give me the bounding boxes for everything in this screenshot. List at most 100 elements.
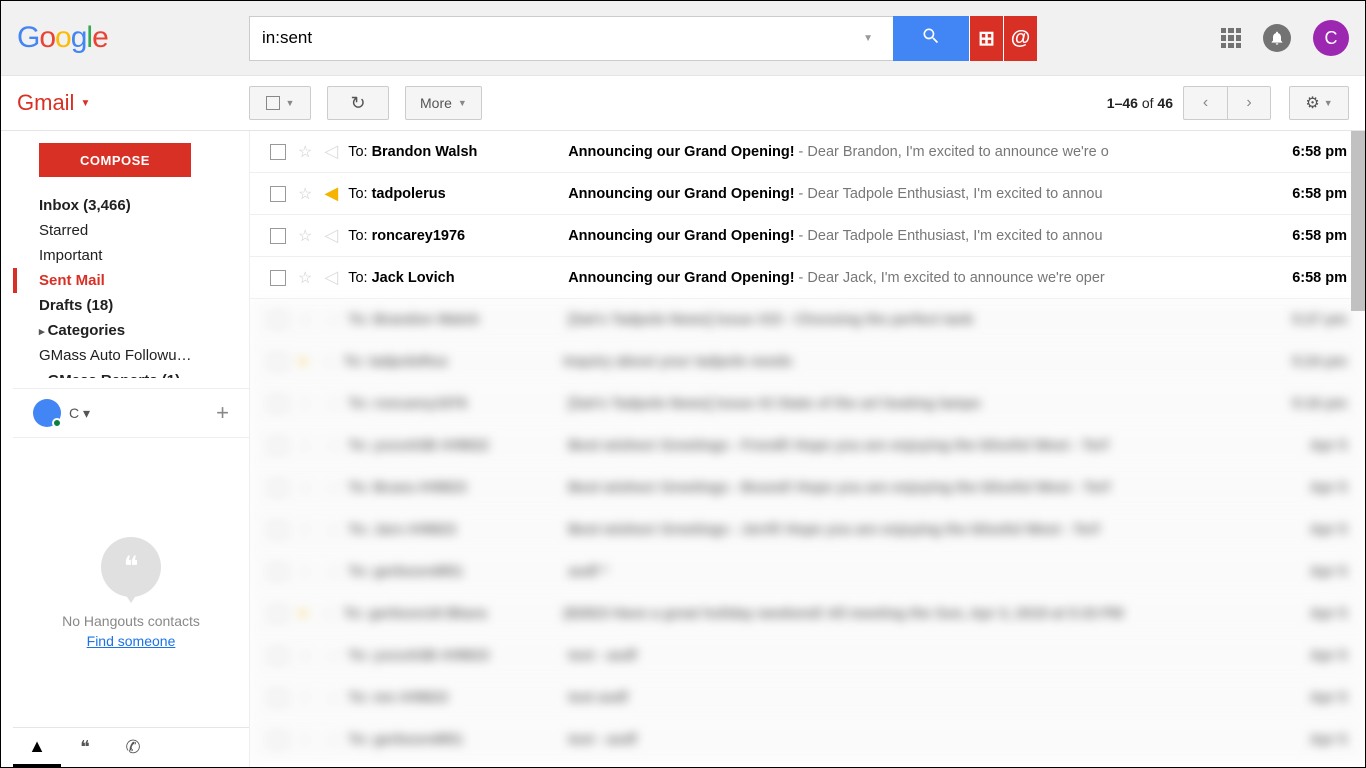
email-row[interactable]: ☆ ◁ To: roncarey1976 Announcing our Gran… (250, 215, 1365, 257)
row-checkbox[interactable] (270, 186, 286, 202)
row-recipient: To: Brandon Walsh (348, 144, 568, 160)
sidebar-item-6[interactable]: GMass Auto Followu… (13, 343, 249, 368)
hangouts-bubble-icon: ❝ (80, 737, 90, 758)
row-checkbox[interactable] (270, 228, 286, 244)
label-icon[interactable]: ◁ (324, 225, 338, 246)
action-toolbar: ▼ ↻ More ▼ (249, 86, 482, 120)
page-info: 1–46 of 46 (1107, 95, 1173, 111)
toolbar: Gmail ▼ ▼ ↻ More ▼ 1–46 of 46 ‹ › ⚙ ▼ (1, 76, 1365, 131)
phone-icon: ✆ (125, 737, 140, 758)
row-recipient: To: roncarey1976 (348, 228, 568, 244)
star-icon[interactable]: ☆ (298, 184, 312, 204)
gmass-sheet-button[interactable]: ⊞ (969, 16, 1003, 61)
add-contact-icon[interactable]: + (216, 400, 229, 426)
email-row-blurred: ☆ ◁ To: Bcara ##8823 Best wishes! Greeti… (250, 467, 1365, 509)
user-name: C ▾ (69, 405, 90, 422)
settings-button[interactable]: ⚙ ▼ (1289, 86, 1349, 120)
gmail-dropdown[interactable]: Gmail ▼ (17, 90, 249, 116)
scrollbar-thumb[interactable] (1351, 131, 1365, 311)
search-options-dropdown-icon[interactable]: ▼ (855, 33, 881, 44)
row-checkbox[interactable] (270, 270, 286, 286)
email-row[interactable]: ☆ ◁ To: Jack Lovich Announcing our Grand… (250, 257, 1365, 299)
hangouts-tab[interactable]: ❝ (61, 728, 109, 767)
star-icon[interactable]: ☆ (298, 142, 312, 162)
select-all-button[interactable]: ▼ (249, 86, 311, 120)
caret-down-icon: ▼ (286, 98, 295, 108)
next-page-button[interactable]: › (1227, 86, 1271, 120)
caret-down-icon: ▼ (458, 98, 467, 108)
row-recipient: To: tadpolerus (348, 186, 568, 202)
user-avatar-icon (33, 399, 61, 427)
row-subject: Announcing our Grand Opening! - Dear Jac… (568, 270, 1267, 286)
refresh-icon: ↻ (350, 93, 365, 114)
hangouts-empty-text: No Hangouts contacts (62, 613, 200, 629)
star-icon[interactable]: ☆ (298, 226, 312, 246)
row-subject: Announcing our Grand Opening! - Dear Tad… (568, 186, 1267, 202)
find-someone-link[interactable]: Find someone (87, 633, 176, 649)
sidebar-item-7[interactable]: GMass Reports (1) (13, 368, 249, 378)
gmail-label-text: Gmail (17, 90, 74, 116)
header: Google ▼ ⊞ @ C (1, 1, 1365, 76)
email-row[interactable]: ☆ ◀ To: tadpolerus Announcing our Grand … (250, 173, 1365, 215)
more-button[interactable]: More ▼ (405, 86, 482, 120)
notifications-icon[interactable] (1263, 24, 1291, 52)
account-avatar[interactable]: C (1313, 20, 1349, 56)
gmass-followup-button[interactable]: @ (1003, 16, 1037, 61)
search-button[interactable] (893, 16, 969, 61)
email-row-blurred: ☆ ◁ To: Jars ##8823 Best wishes! Greetin… (250, 509, 1365, 551)
email-row-blurred: ☆ ◁ To: yxxxASB ##8822 Best wishes! Gree… (250, 425, 1365, 467)
search-icon (921, 26, 941, 51)
caret-down-icon: ▼ (80, 98, 90, 109)
row-time: 6:58 pm (1267, 144, 1357, 160)
row-subject: Announcing our Grand Opening! - Dear Bra… (568, 144, 1267, 160)
content: COMPOSE Inbox (3,466)StarredImportantSen… (1, 131, 1365, 767)
email-list[interactable]: ☆ ◁ To: Brandon Walsh Announcing our Gra… (249, 131, 1365, 767)
checkbox-icon (266, 96, 280, 110)
google-logo[interactable]: Google (17, 21, 249, 55)
row-recipient: To: Jack Lovich (348, 270, 568, 286)
row-subject: Announcing our Grand Opening! - Dear Tad… (568, 228, 1267, 244)
pagination-nav: ‹ › (1183, 86, 1271, 120)
email-row-blurred: ☆ ◁ To: mn ##8823 test asdf Apr 5 (250, 677, 1365, 719)
sidebar: COMPOSE Inbox (3,466)StarredImportantSen… (1, 131, 249, 767)
email-row-blurred: ☆ ◁ To: gerbson4851 asdf * Apr 5 (250, 551, 1365, 593)
hangouts-icon: ❝ (101, 537, 161, 597)
email-row-blurred: ☆ ◁ To: gerbson4851 test - asdf Apr 5 (250, 719, 1365, 761)
email-row-blurred: ● ◁ To: gerbson18 Bkara (82823 Have a gr… (250, 593, 1365, 635)
apps-icon[interactable] (1221, 28, 1241, 48)
hangouts-panel: ❝ No Hangouts contacts Find someone (13, 437, 249, 727)
person-icon: ▲ (28, 736, 46, 757)
at-icon: @ (1011, 27, 1031, 50)
sidebar-item-1[interactable]: Starred (13, 218, 249, 243)
sidebar-item-4[interactable]: Drafts (18) (13, 293, 249, 318)
email-row[interactable]: ☆ ◁ To: Brandon Walsh Announcing our Gra… (250, 131, 1365, 173)
refresh-button[interactable]: ↻ (327, 86, 389, 120)
search-box[interactable]: ▼ (249, 16, 893, 61)
row-checkbox[interactable] (270, 144, 286, 160)
grid-icon: ⊞ (978, 26, 995, 51)
email-row-blurred: ☆ ◁ To: yxxxASB ##8823 test - asdf Apr 5 (250, 635, 1365, 677)
sidebar-item-5[interactable]: Categories (13, 318, 249, 343)
contacts-tab[interactable]: ▲ (13, 728, 61, 767)
chevron-right-icon: › (1246, 94, 1251, 112)
search-input[interactable] (262, 28, 855, 48)
label-icon[interactable]: ◁ (324, 267, 338, 288)
toolbar-right: 1–46 of 46 ‹ › ⚙ ▼ (1107, 86, 1349, 120)
row-time: 6:58 pm (1267, 186, 1357, 202)
nav-list: Inbox (3,466)StarredImportantSent MailDr… (13, 193, 249, 378)
label-icon[interactable]: ◀ (324, 183, 338, 204)
star-icon[interactable]: ☆ (298, 268, 312, 288)
prev-page-button[interactable]: ‹ (1183, 86, 1227, 120)
label-icon[interactable]: ◁ (324, 141, 338, 162)
more-label: More (420, 95, 452, 111)
search-container: ▼ ⊞ @ (249, 16, 1037, 61)
row-time: 6:58 pm (1267, 270, 1357, 286)
phone-tab[interactable]: ✆ (109, 728, 157, 767)
hangouts-user-row[interactable]: C ▾ + (13, 388, 249, 437)
chevron-left-icon: ‹ (1203, 94, 1208, 112)
sidebar-item-3[interactable]: Sent Mail (13, 268, 249, 293)
sidebar-item-2[interactable]: Important (13, 243, 249, 268)
email-row-blurred: ● ◁ To: tadpoleRus Inquiry about your ta… (250, 341, 1365, 383)
compose-button[interactable]: COMPOSE (39, 143, 191, 177)
sidebar-item-0[interactable]: Inbox (3,466) (13, 193, 249, 218)
